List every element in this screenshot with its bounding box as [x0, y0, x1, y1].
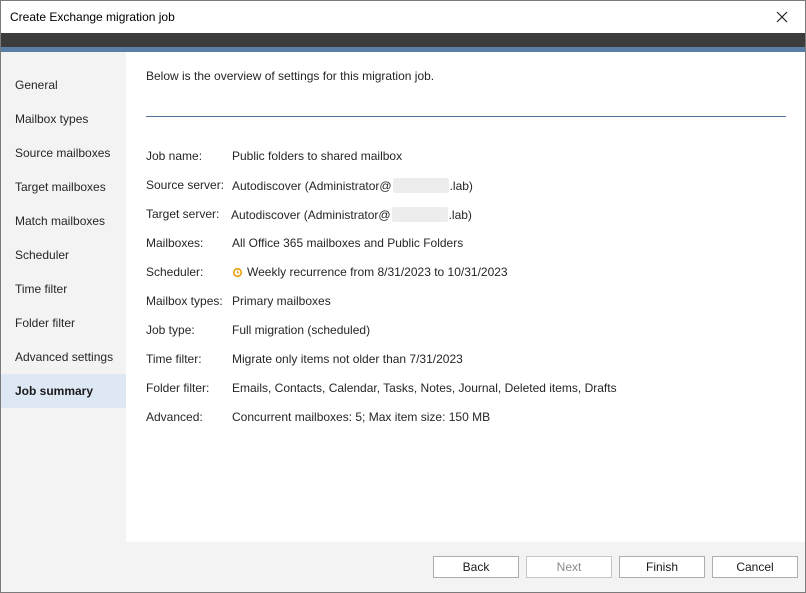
close-button[interactable]: [759, 1, 805, 33]
mailboxes-label: Mailboxes:: [146, 236, 204, 250]
folder-filter-value: Emails, Contacts, Calendar, Tasks, Notes…: [232, 381, 617, 395]
mailbox-types-value: Primary mailboxes: [232, 294, 331, 308]
sidebar-item-target-mailboxes[interactable]: Target mailboxes: [1, 170, 126, 204]
advanced-label: Advanced:: [146, 410, 203, 424]
job-name-value: Public folders to shared mailbox: [232, 149, 403, 163]
section-divider: [146, 116, 786, 117]
advanced-value: Concurrent mailboxes: 5; Max item size: …: [232, 410, 491, 424]
wizard-sidebar: General Mailbox types Source mailboxes T…: [1, 52, 126, 592]
mailboxes-value: All Office 365 mailboxes and Public Fold…: [232, 236, 464, 250]
sidebar-item-scheduler[interactable]: Scheduler: [1, 238, 126, 272]
sidebar-item-advanced-settings[interactable]: Advanced settings: [1, 340, 126, 374]
source-server-value: Autodiscover (Administrator@ .lab): [232, 178, 473, 193]
scheduler-label: Scheduler:: [146, 265, 204, 279]
sidebar-item-job-summary[interactable]: Job summary: [1, 374, 126, 408]
scheduler-text: Weekly recurrence from 8/31/2023 to 10/3…: [247, 265, 508, 279]
redacted-domain: [391, 207, 448, 222]
window-title: Create Exchange migration job: [10, 10, 175, 24]
target-server-prefix: Autodiscover (Administrator@: [231, 208, 391, 222]
sidebar-item-time-filter[interactable]: Time filter: [1, 272, 126, 306]
cancel-button[interactable]: Cancel: [712, 556, 798, 578]
scheduler-value: Weekly recurrence from 8/31/2023 to 10/3…: [232, 265, 508, 279]
migration-job-dialog: Create Exchange migration job General Ma…: [0, 0, 806, 593]
sidebar-item-match-mailboxes[interactable]: Match mailboxes: [1, 204, 126, 238]
header-dark-band: [1, 33, 805, 47]
time-filter-label: Time filter:: [146, 352, 202, 366]
clock-icon: [232, 267, 243, 278]
back-button[interactable]: Back: [433, 556, 519, 578]
title-bar: Create Exchange migration job: [1, 1, 805, 33]
summary-panel: Below is the overview of settings for th…: [126, 52, 805, 542]
wizard-footer: Back Next Finish Cancel: [126, 542, 805, 592]
redacted-domain: [392, 178, 449, 193]
source-server-suffix: .lab): [449, 179, 473, 193]
time-filter-value: Migrate only items not older than 7/31/2…: [232, 352, 463, 366]
job-type-label: Job type:: [146, 323, 195, 337]
target-server-suffix: .lab): [448, 208, 472, 222]
source-server-prefix: Autodiscover (Administrator@: [232, 179, 392, 193]
mailbox-types-label: Mailbox types:: [146, 294, 223, 308]
target-server-label: Target server:: [146, 207, 220, 221]
sidebar-item-source-mailboxes[interactable]: Source mailboxes: [1, 136, 126, 170]
folder-filter-label: Folder filter:: [146, 381, 210, 395]
target-server-value: Autodiscover (Administrator@ .lab): [231, 207, 472, 222]
intro-text: Below is the overview of settings for th…: [146, 69, 435, 83]
job-name-label: Job name:: [146, 149, 203, 163]
sidebar-item-general[interactable]: General: [1, 68, 126, 102]
sidebar-item-mailbox-types[interactable]: Mailbox types: [1, 102, 126, 136]
source-server-label: Source server:: [146, 178, 225, 192]
next-button[interactable]: Next: [526, 556, 612, 578]
job-type-value: Full migration (scheduled): [232, 323, 371, 337]
close-icon: [776, 11, 788, 23]
sidebar-item-folder-filter[interactable]: Folder filter: [1, 306, 126, 340]
finish-button[interactable]: Finish: [619, 556, 705, 578]
